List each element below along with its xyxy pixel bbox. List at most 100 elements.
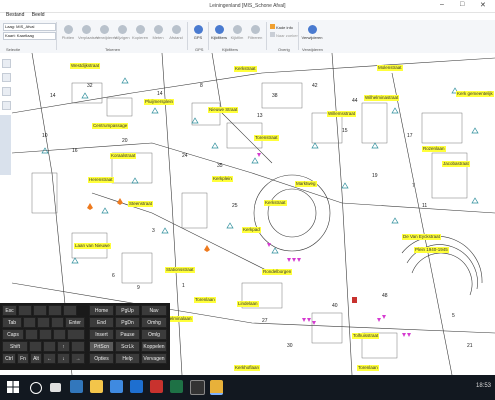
key-alt[interactable]: Alt [30,353,42,364]
close-button[interactable]: ✕ [480,1,486,9]
key[interactable] [51,317,64,328]
key-prtscn[interactable]: PrtScn [89,341,114,352]
store-icon[interactable] [110,380,123,393]
key-nav[interactable]: Nav [141,305,167,316]
tab-beeld[interactable]: Beeld [32,12,45,18]
street-label: Rozenlaan [422,146,446,152]
key-arrow-right[interactable]: → [71,353,85,364]
key[interactable] [37,317,50,328]
key-arrow-up[interactable]: ↑ [57,341,70,352]
key-ctrl[interactable]: Ctrl [2,353,16,364]
street-label: Molenstraat [377,65,403,71]
app-black-icon[interactable] [190,380,205,395]
key-end[interactable]: End [89,317,114,328]
edge-icon[interactable] [70,380,83,393]
key-omlg[interactable]: Omlg [141,329,167,340]
key-enter[interactable]: Enter [65,317,85,328]
windows-start-icon[interactable] [7,381,19,393]
key-help[interactable]: Help [115,353,140,364]
key[interactable] [33,305,47,316]
distance-button[interactable]: Afstand [168,23,184,43]
layers-icon[interactable] [2,59,11,68]
app-chrome-icon[interactable] [210,380,223,395]
move-button[interactable]: Verplaatsen [78,23,99,43]
task-view-icon[interactable] [50,383,61,392]
key-pgup[interactable]: PgUp [115,305,140,316]
plot-icon [63,25,73,34]
house-number: 9 [137,285,140,291]
key-insert[interactable]: Insert [89,329,114,340]
key-koppelen[interactable]: Koppelen [141,341,167,352]
street-label: Westdijkstraat [70,63,101,69]
view-film-button[interactable]: Kijkfilm [229,23,245,43]
key[interactable] [39,329,52,340]
key[interactable] [53,329,66,340]
map-dropdown[interactable]: Kaart: Kaartlaag [3,32,56,40]
plot-button[interactable]: Plotten [60,23,76,43]
key-opties[interactable]: Opties [89,353,114,364]
key-vervagen[interactable]: Vervagen [141,353,167,364]
layer-dropdown[interactable]: Laag: MIS_Afval [3,23,56,31]
key-caps[interactable]: Caps [2,329,24,340]
key-arrow-down[interactable]: ↓ [57,353,70,364]
info-button[interactable]: Kade info [270,24,293,30]
key[interactable] [67,329,85,340]
app-excel-icon[interactable] [170,380,183,393]
house-number: 27 [262,318,268,324]
filter-button[interactable]: Filtreren [247,23,263,43]
street-label: Nieuwe Straat [208,107,239,113]
key[interactable] [29,341,42,352]
key[interactable] [25,329,38,340]
funnel-icon [250,25,260,34]
remove-button[interactable]: Verwijderen [301,23,323,43]
key-esc[interactable]: Esc [2,305,17,316]
group-label-tekenen: Tekenen [105,47,121,52]
tab-bestand[interactable]: Bestand [6,12,24,18]
zoom-in-icon[interactable] [2,73,11,82]
delete-button[interactable]: Verwijderen [96,23,117,43]
edit-button[interactable]: Wijzigen [114,23,130,43]
zoom-out-icon[interactable] [2,87,11,96]
mail-icon[interactable] [130,380,143,393]
house-number: 35 [217,163,223,169]
group-label-verwijderen: Verwijderen [302,47,323,52]
street-label: Tolhuisstraat [352,333,380,339]
group-label-overig: Overig [278,47,290,52]
key-fn[interactable]: Fn [17,353,29,364]
group-label-gps: GPS [195,47,204,52]
measure-button[interactable]: Meten [150,23,166,43]
search-icon[interactable] [30,382,42,394]
street-label: Kerkstraat [234,66,257,72]
key[interactable] [43,341,56,352]
key[interactable] [63,305,77,316]
key-shift[interactable]: Shift [2,341,28,352]
edit-icon [117,25,127,34]
view-filters-button[interactable]: Kijkfilters [211,23,227,43]
gps-button[interactable]: GPS [190,23,206,43]
street-label: Wilhelminastraat [364,95,400,101]
street-label: Pluijmersplein [144,99,175,105]
key[interactable] [23,317,36,328]
key-pause[interactable]: Pause [115,329,140,340]
key-home[interactable]: Home [89,305,114,316]
house-number: 10 [42,133,48,139]
search-button[interactable]: Naar zoeken [270,32,299,38]
copy-button[interactable]: Kopieren [132,23,148,43]
key-tab[interactable]: Tab [2,317,22,328]
key-omhg[interactable]: Omhg [141,317,167,328]
ribbon-separator [266,22,267,50]
explorer-icon[interactable] [90,380,103,393]
key[interactable] [48,305,62,316]
key-pgdn[interactable]: PgDn [115,317,140,328]
minimize-button[interactable]: – [440,1,444,8]
clock[interactable]: 18:53 [476,383,491,389]
sidebar-panel[interactable] [0,115,11,175]
key-arrow-left[interactable]: ← [43,353,56,364]
key-scrlk[interactable]: ScrLk [115,341,140,352]
pan-icon[interactable] [2,101,11,110]
house-number: 40 [332,303,338,309]
app-red-icon[interactable] [150,380,163,393]
key[interactable] [18,305,32,316]
key[interactable] [71,341,85,352]
maximize-button[interactable]: □ [460,1,464,8]
